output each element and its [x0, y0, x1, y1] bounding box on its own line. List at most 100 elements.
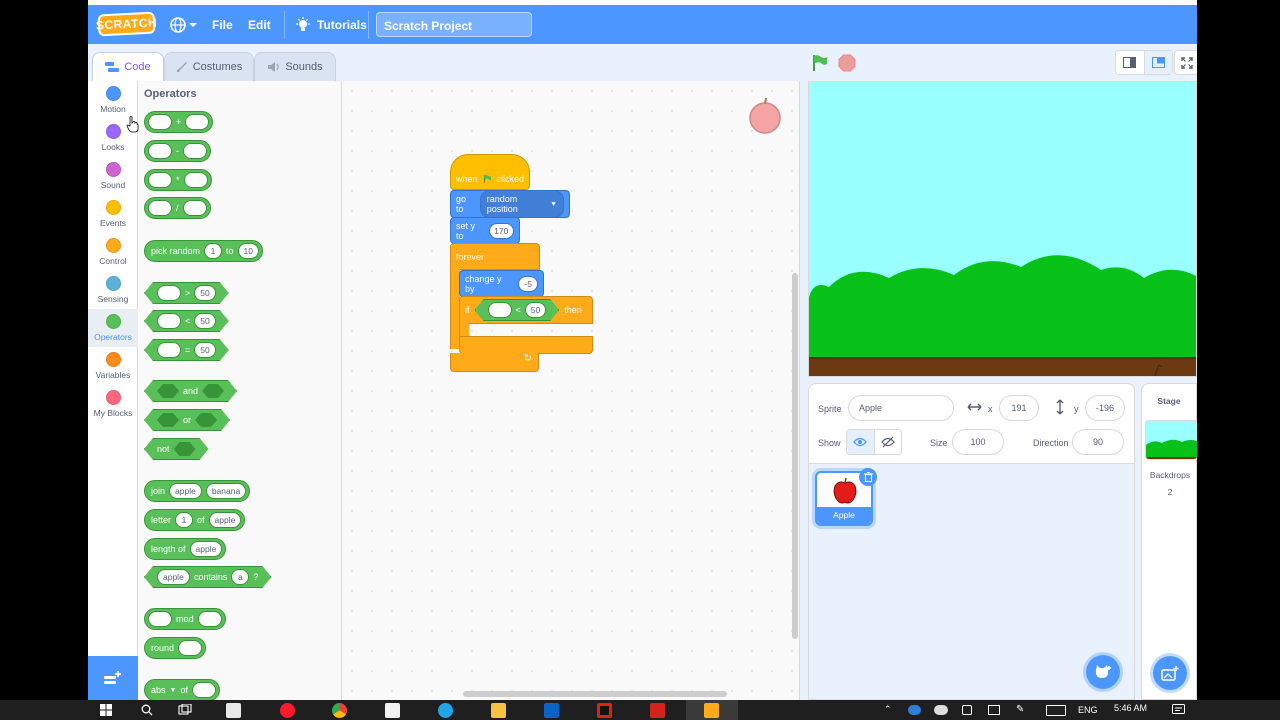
block-input[interactable]: 1: [175, 512, 194, 528]
contains-block[interactable]: apple contains a?: [144, 566, 271, 588]
hide-sprite-button[interactable]: [875, 430, 902, 454]
file-explorer-icon[interactable]: [491, 703, 506, 718]
fullscreen-button[interactable]: [1174, 50, 1197, 75]
pick-random-block[interactable]: pick random 1 to 10: [144, 240, 264, 262]
project-title-input[interactable]: Scratch Project: [376, 12, 532, 37]
normal-stage-button[interactable]: [1144, 51, 1172, 74]
show-sprite-button[interactable]: [847, 430, 875, 454]
sprite-name-input[interactable]: Apple: [848, 395, 954, 421]
forever-block[interactable]: forever: [450, 243, 540, 270]
chrome-app-icon[interactable]: [332, 703, 347, 718]
block-input[interactable]: 170: [488, 222, 514, 239]
boolean-slot[interactable]: [202, 384, 224, 398]
block-input[interactable]: 50: [194, 313, 215, 329]
go-to-block[interactable]: go to random position ▼: [450, 190, 570, 218]
language-indicator[interactable]: ENG: [1078, 705, 1098, 715]
store-app-icon[interactable]: [226, 703, 241, 718]
greater-than-block[interactable]: >50: [144, 282, 229, 304]
go-to-dropdown[interactable]: random position ▼: [479, 190, 564, 218]
small-stage-button[interactable]: [1116, 51, 1145, 74]
size-input[interactable]: 100: [952, 429, 1004, 455]
subtract-block[interactable]: -: [144, 140, 211, 162]
block-input[interactable]: 10: [237, 243, 260, 259]
workspace-horizontal-scrollbar[interactable]: [463, 691, 727, 697]
tab-code[interactable]: Code: [92, 52, 164, 81]
round-block[interactable]: round: [144, 637, 207, 659]
acrobat-app-icon[interactable]: [650, 703, 665, 718]
y-position-input[interactable]: -196: [1085, 395, 1125, 421]
math-function-block[interactable]: abs ▼ of: [144, 679, 220, 700]
and-block[interactable]: and: [144, 380, 237, 402]
category-sensing[interactable]: Sensing: [88, 271, 138, 309]
join-block[interactable]: join apple banana: [144, 480, 251, 502]
block-input[interactable]: apple: [189, 541, 223, 557]
category-operators[interactable]: Operators: [88, 309, 138, 347]
direction-input[interactable]: 90: [1072, 429, 1124, 455]
less-than-condition[interactable]: <50: [475, 299, 560, 321]
block-input[interactable]: a: [231, 569, 249, 585]
file-menu[interactable]: File: [212, 5, 233, 44]
category-sound[interactable]: Sound: [88, 157, 138, 195]
equals-block[interactable]: = 50: [144, 339, 229, 361]
multiply-block[interactable]: *: [144, 169, 212, 191]
block-input[interactable]: [148, 611, 172, 627]
notifications-icon[interactable]: [1172, 704, 1185, 716]
block-input[interactable]: apple: [169, 483, 202, 499]
tray-chevron-icon[interactable]: ⌃: [884, 704, 892, 715]
if-then-block[interactable]: if <50 then: [459, 296, 593, 324]
boolean-slot[interactable]: [174, 442, 196, 456]
block-input[interactable]: apple: [157, 569, 190, 585]
category-variables[interactable]: Variables: [88, 347, 138, 385]
pen-icon[interactable]: ✎: [1016, 704, 1028, 716]
letter-of-block[interactable]: letter 1 of apple: [144, 509, 246, 531]
scratch-logo[interactable]: SCRATCH: [96, 11, 157, 37]
keyboard-icon[interactable]: [1046, 705, 1066, 716]
opera-app-icon[interactable]: [280, 703, 295, 718]
block-input[interactable]: banana: [205, 483, 247, 499]
stage-canvas[interactable]: [808, 81, 1197, 377]
script-workspace[interactable]: when clicked go to random position ▼ set …: [342, 81, 1032, 700]
edge-app-icon[interactable]: [438, 703, 453, 718]
mod-block[interactable]: mod: [144, 608, 226, 630]
onedrive-icon[interactable]: [908, 705, 921, 715]
block-input[interactable]: 50: [194, 285, 215, 301]
or-block[interactable]: or: [144, 409, 230, 431]
block-input[interactable]: [488, 302, 512, 318]
block-input[interactable]: [157, 342, 181, 358]
block-input[interactable]: [178, 640, 203, 656]
not-block[interactable]: not: [144, 438, 209, 460]
category-events[interactable]: Events: [88, 195, 138, 233]
block-input[interactable]: [183, 172, 208, 188]
mail-app-icon[interactable]: [385, 703, 400, 718]
tutorials-button[interactable]: Tutorials: [295, 5, 367, 44]
block-input[interactable]: [157, 285, 181, 301]
block-input[interactable]: [197, 611, 222, 627]
block-input[interactable]: [148, 172, 172, 188]
block-input[interactable]: apple: [208, 512, 242, 528]
category-my-blocks[interactable]: My Blocks: [88, 385, 138, 423]
block-input[interactable]: [148, 143, 172, 159]
block-input[interactable]: -5: [518, 275, 538, 292]
change-y-block[interactable]: change y by -5: [459, 270, 544, 297]
set-y-block[interactable]: set y to 170: [450, 217, 520, 244]
stage-target-pane[interactable]: Stage Backdrops 2: [1141, 383, 1197, 700]
taskbar-clock[interactable]: 5:46 AM: [1114, 703, 1147, 713]
network-icon[interactable]: [988, 705, 1000, 715]
block-input[interactable]: [157, 313, 181, 329]
add-extension-button[interactable]: [88, 656, 138, 700]
workspace-vertical-scrollbar[interactable]: [792, 273, 798, 639]
delete-sprite-button[interactable]: [859, 468, 877, 486]
category-motion[interactable]: Motion: [88, 81, 138, 119]
block-palette[interactable]: Operators + - * / pick random 1 to 10 >50 <…: [138, 81, 342, 700]
choose-sprite-button[interactable]: [1083, 652, 1123, 692]
task-view-icon[interactable]: [178, 704, 192, 716]
weather-icon[interactable]: [934, 705, 948, 715]
backdrop-thumbnail[interactable]: [1145, 420, 1197, 460]
block-input[interactable]: [148, 114, 172, 130]
choose-backdrop-button[interactable]: [1150, 653, 1190, 693]
boolean-slot[interactable]: [157, 413, 179, 427]
green-flag-button[interactable]: [811, 54, 829, 72]
category-control[interactable]: Control: [88, 233, 138, 271]
divide-block[interactable]: /: [144, 197, 211, 219]
block-input[interactable]: [183, 143, 207, 159]
